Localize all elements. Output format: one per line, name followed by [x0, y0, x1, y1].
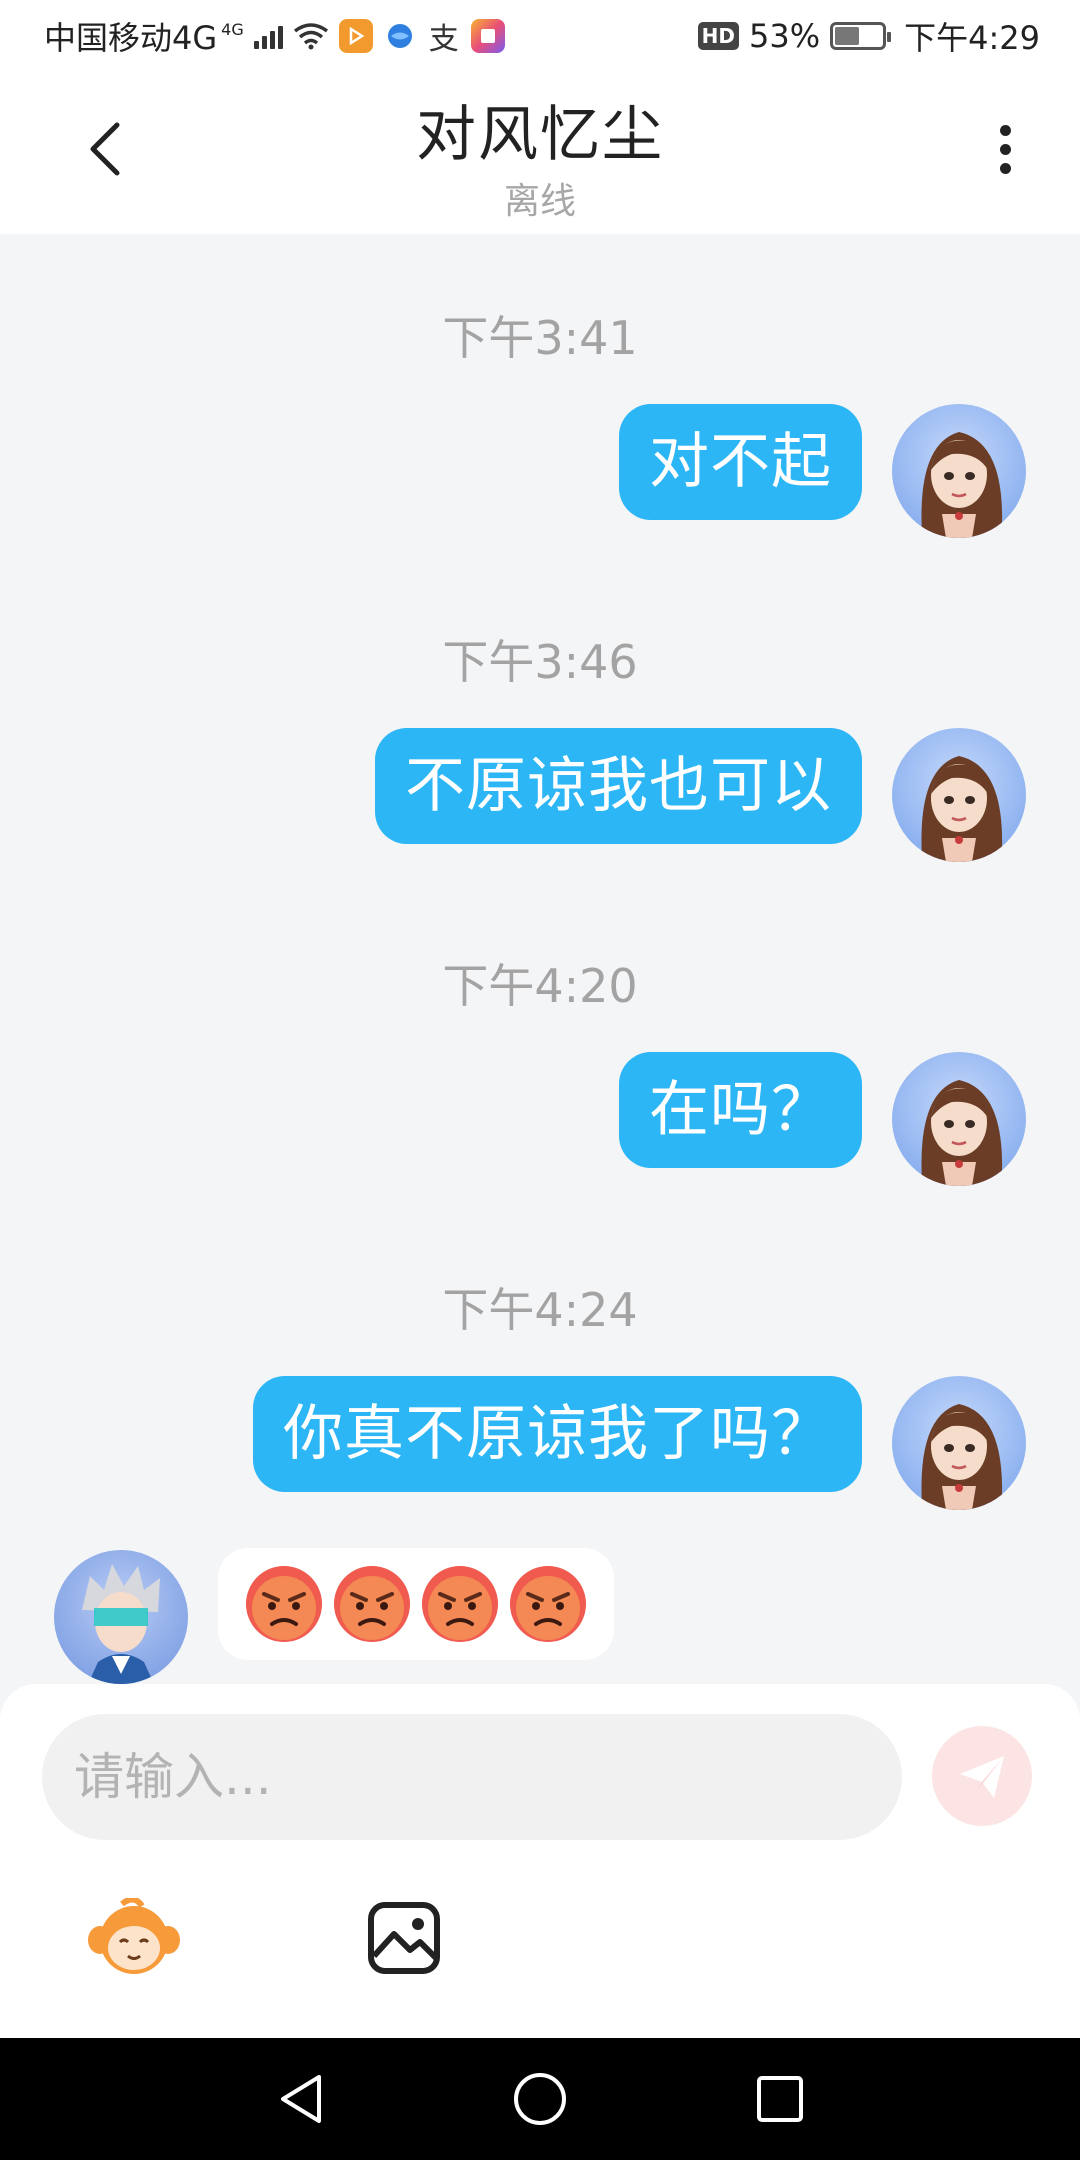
status-left: 中国移动4G 4G 支 [44, 13, 505, 59]
contact-avatar[interactable] [54, 1550, 188, 1684]
girl-avatar-icon [921, 756, 1003, 862]
girl-avatar-icon [921, 1080, 1003, 1186]
more-dot-icon [999, 162, 1011, 174]
nav-recents-button[interactable] [740, 2059, 820, 2139]
status-bar: 中国移动4G 4G 支 HD 53% 下午4:29 [0, 0, 1080, 72]
my-avatar[interactable] [892, 404, 1026, 538]
battery-icon [830, 22, 892, 50]
browser-app-icon [383, 19, 417, 53]
outgoing-message-bubble[interactable]: 不原谅我也可以 [375, 728, 862, 844]
network-type-label: 4G [221, 19, 244, 39]
nav-back-button[interactable] [260, 2059, 340, 2139]
image-icon [368, 1902, 440, 1974]
video-app-icon [338, 19, 373, 53]
outgoing-message-bubble[interactable]: 对不起 [619, 404, 862, 520]
monkey-emoji-icon [88, 1898, 180, 1974]
circle-home-icon [514, 2073, 566, 2125]
my-avatar[interactable] [892, 1376, 1026, 1510]
chat-header: 对风忆尘 离线 [0, 72, 1080, 234]
angry-face-icon [246, 1566, 322, 1642]
my-avatar[interactable] [892, 1052, 1026, 1186]
message-time: 下午3:41 [442, 311, 638, 365]
signal-icon [253, 23, 283, 49]
triangle-back-icon [281, 2075, 321, 2123]
message-time: 下午4:24 [442, 1283, 638, 1337]
more-dot-icon [999, 143, 1011, 155]
clock: 下午4:29 [904, 19, 1040, 57]
outgoing-message-bubble[interactable]: 在吗？ [619, 1052, 862, 1168]
angry-face-icon [510, 1566, 586, 1642]
message-input[interactable] [42, 1714, 902, 1840]
girl-avatar-icon [921, 1404, 1003, 1510]
carrier-label: 中国移动4G [44, 19, 218, 57]
system-nav-bar [0, 2038, 1080, 2160]
message-time: 下午3:46 [442, 635, 638, 689]
angry-face-icon [334, 1566, 410, 1642]
send-button[interactable] [932, 1726, 1032, 1826]
battery-percent: 53% [749, 17, 821, 55]
notes-app-icon [470, 19, 505, 53]
image-button[interactable] [356, 1890, 452, 1986]
send-icon [960, 1756, 1004, 1798]
emoji-button[interactable] [86, 1890, 182, 1986]
input-panel [0, 1684, 1080, 2038]
my-avatar[interactable] [892, 728, 1026, 862]
status-right: HD 53% 下午4:29 [697, 13, 1040, 59]
contact-name: 对风忆尘 [416, 100, 664, 170]
contact-status: 离线 [503, 181, 576, 222]
more-dot-icon [999, 124, 1011, 136]
wifi-icon [293, 23, 328, 50]
outgoing-message-bubble[interactable]: 你真不原谅我了吗？ [253, 1376, 862, 1492]
angry-face-icon [422, 1566, 498, 1642]
nav-home-button[interactable] [500, 2059, 580, 2139]
more-options-button[interactable] [970, 114, 1040, 184]
square-recents-icon [757, 2076, 803, 2122]
girl-avatar-icon [921, 432, 1003, 538]
incoming-emoji-message[interactable] [218, 1548, 614, 1660]
boy-avatar-icon [82, 1564, 160, 1684]
pay-app-icon: 支 [428, 22, 459, 57]
hd-badge: HD [697, 22, 739, 50]
message-time: 下午4:20 [442, 959, 638, 1013]
